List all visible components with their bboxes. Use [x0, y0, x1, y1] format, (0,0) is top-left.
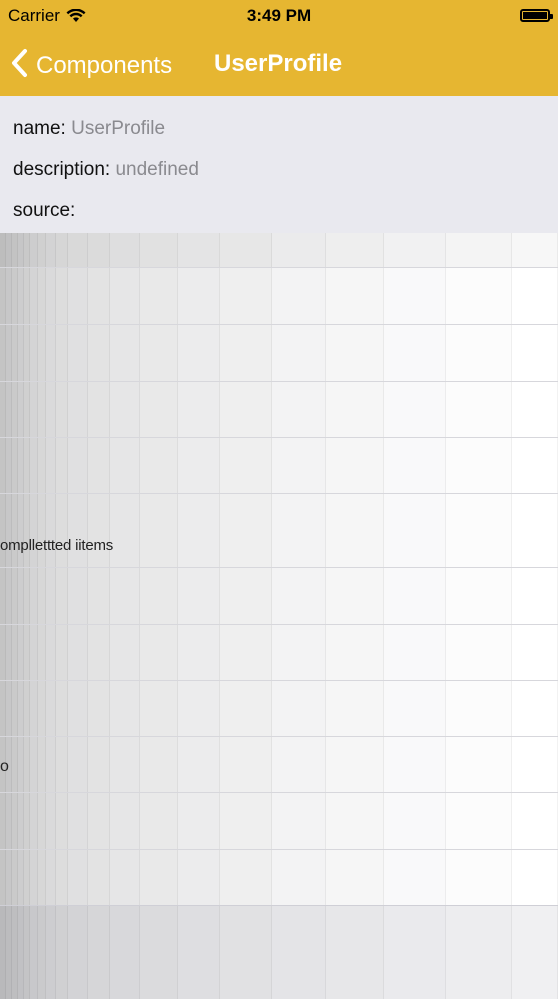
- component-info: name: UserProfile description: undefined…: [0, 96, 558, 233]
- blur-stripe: [326, 233, 384, 999]
- back-button[interactable]: Components: [10, 48, 172, 83]
- blur-stripe: [220, 233, 272, 999]
- blur-stripe: [46, 233, 56, 999]
- ghost-label: o: [0, 758, 9, 775]
- blur-stripe: [88, 233, 110, 999]
- status-bar: Carrier 3:49 PM: [0, 0, 558, 34]
- name-label: name:: [13, 118, 66, 139]
- navigation-bar: Components UserProfile: [0, 34, 558, 96]
- blur-stripe: [68, 233, 88, 999]
- source-row: source:: [13, 200, 75, 222]
- row-divider: [0, 493, 558, 494]
- source-label: source:: [13, 200, 76, 221]
- back-label: Components: [36, 51, 173, 79]
- description-label: description:: [13, 159, 111, 180]
- blur-stripe: [446, 233, 512, 999]
- description-value: undefined: [115, 159, 199, 180]
- description-row: description: undefined: [13, 159, 199, 181]
- status-time: 3:49 PM: [246, 6, 312, 25]
- row-divider: [0, 736, 558, 737]
- preview-footer: [0, 905, 558, 999]
- battery-level: [523, 12, 547, 19]
- blur-stripe: [140, 233, 178, 999]
- blur-stripe: [178, 233, 220, 999]
- row-divider: [0, 324, 558, 325]
- blur-stripe: [56, 233, 68, 999]
- name-row: name: UserProfile: [13, 118, 165, 140]
- blur-stripe: [512, 233, 558, 999]
- row-divider: [0, 680, 558, 681]
- blur-stripe: [38, 233, 46, 999]
- preview-header: [0, 233, 558, 267]
- row-divider: [0, 624, 558, 625]
- row-divider: [0, 792, 558, 793]
- row-divider: [0, 381, 558, 382]
- blur-stripe: [30, 233, 38, 999]
- row-divider: [0, 267, 558, 268]
- row-divider: [0, 437, 558, 438]
- page-title: UserProfile: [214, 50, 343, 77]
- battery-icon: [520, 9, 553, 22]
- component-preview[interactable]: ompllettted iitems o: [0, 233, 558, 999]
- blur-stripe: [272, 233, 326, 999]
- name-value: UserProfile: [71, 118, 166, 139]
- row-divider: [0, 567, 558, 568]
- chevron-left-icon: [10, 48, 28, 83]
- row-divider: [0, 849, 558, 850]
- transition-blur: [0, 233, 558, 999]
- blur-stripe: [110, 233, 140, 999]
- completed-items-label: ompllettted iitems: [0, 537, 114, 554]
- blur-stripe: [384, 233, 446, 999]
